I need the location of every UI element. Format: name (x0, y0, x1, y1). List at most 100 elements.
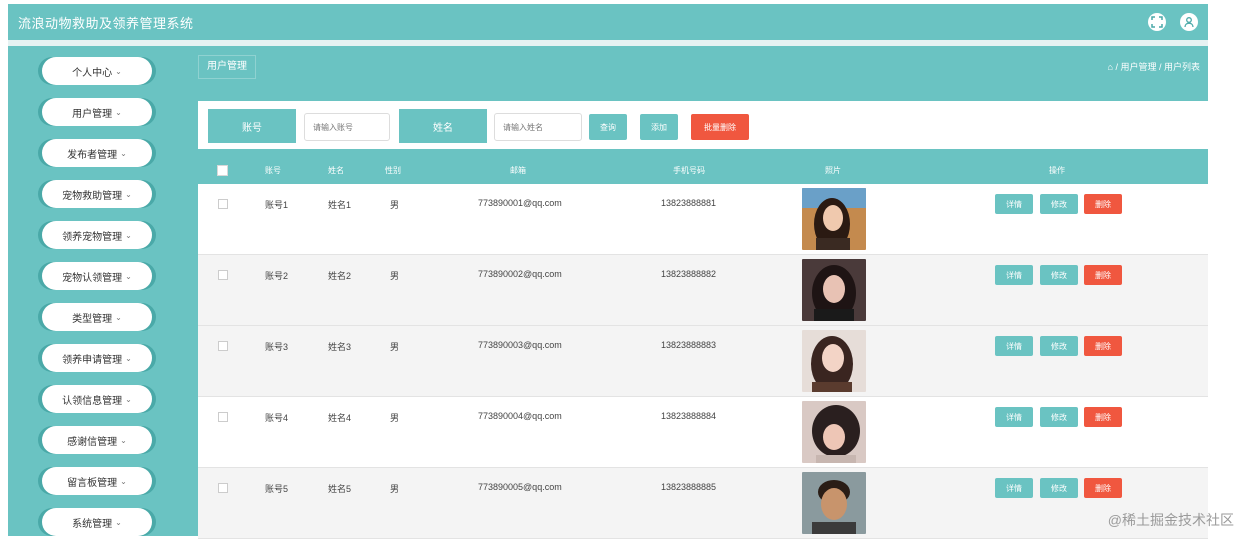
row-checkbox[interactable] (218, 483, 228, 493)
cell-phone: 13823888884 (661, 411, 717, 421)
cell-email: 773890003@qq.com (478, 340, 562, 350)
chevron-down-icon: ⌄ (125, 353, 132, 363)
user-photo (802, 259, 866, 321)
delete-button[interactable]: 删除 (1084, 407, 1122, 427)
cell-account: 账号4 (265, 413, 289, 423)
add-button[interactable]: 添加 (640, 114, 678, 140)
chevron-down-icon: ⌄ (125, 189, 132, 199)
sidebar-item-adopt-pets[interactable]: 领养宠物管理 ⌄ (42, 221, 152, 249)
edit-button[interactable]: 修改 (1040, 336, 1078, 356)
sidebar-item-claim-info[interactable]: 认领信息管理 ⌄ (42, 385, 152, 413)
column-header-actions: 操作 (1049, 166, 1065, 175)
row-checkbox[interactable] (218, 341, 228, 351)
row-checkbox[interactable] (218, 199, 228, 209)
cell-email: 773890004@qq.com (478, 411, 562, 421)
cell-name: 姓名4 (328, 413, 352, 423)
view-button[interactable]: 详情 (995, 336, 1033, 356)
table-row: 账号5 姓名5 男 773890005@qq.com 13823888885 详… (198, 468, 1208, 539)
cell-name: 姓名2 (328, 271, 352, 281)
table-row: 账号3 姓名3 男 773890003@qq.com 13823888883 详… (198, 326, 1208, 397)
user-photo (802, 330, 866, 392)
column-header-gender[interactable]: 性别 (385, 165, 401, 176)
view-button[interactable]: 详情 (995, 478, 1033, 498)
select-all-checkbox[interactable] (217, 165, 228, 176)
search-panel: 账号 姓名 查询 添加 批量删除 (198, 101, 1208, 149)
top-bar: 流浪动物救助及领养管理系统 (8, 4, 1208, 40)
cell-phone: 13823888885 (661, 482, 717, 492)
query-button[interactable]: 查询 (589, 114, 627, 140)
cell-email: 773890005@qq.com (478, 482, 562, 492)
cell-account: 账号1 (265, 200, 289, 210)
user-photo (802, 472, 866, 534)
view-button[interactable]: 详情 (995, 265, 1033, 285)
chevron-down-icon: ⌄ (115, 107, 122, 117)
delete-button[interactable]: 删除 (1084, 336, 1122, 356)
user-table: 账号 姓名 性别 邮箱 手机号码 照片 操作 账号1 姓名1 男 7738900… (198, 156, 1208, 539)
breadcrumb: ⌂ / 用户管理 / 用户列表 (1107, 62, 1200, 72)
fullscreen-icon[interactable] (1148, 13, 1166, 31)
edit-button[interactable]: 修改 (1040, 265, 1078, 285)
watermark: @稀土掘金技术社区 (1107, 512, 1234, 528)
cell-phone: 13823888881 (661, 198, 717, 208)
content-header: 用户管理 ⌂ / 用户管理 / 用户列表 (188, 46, 1208, 88)
sidebar-item-message-board[interactable]: 留言板管理 ⌄ (42, 467, 152, 495)
cell-phone: 13823888883 (661, 340, 717, 350)
cell-name: 姓名3 (328, 342, 352, 352)
edit-button[interactable]: 修改 (1040, 478, 1078, 498)
edit-button[interactable]: 修改 (1040, 407, 1078, 427)
chevron-down-icon: ⌄ (120, 148, 127, 158)
cell-account: 账号5 (265, 484, 289, 494)
sidebar-item-personal-center[interactable]: 个人中心 ⌄ (42, 57, 152, 85)
table-header: 账号 姓名 性别 邮箱 手机号码 照片 操作 (198, 156, 1208, 184)
row-checkbox[interactable] (218, 270, 228, 280)
cell-name: 姓名5 (328, 484, 352, 494)
account-search-input[interactable] (304, 113, 390, 141)
chevron-down-icon: ⌄ (125, 271, 132, 281)
sidebar-item-thank-you-letters[interactable]: 感谢信管理 ⌄ (42, 426, 152, 454)
sidebar-item-types[interactable]: 类型管理 ⌄ (42, 303, 152, 331)
chevron-down-icon: ⌄ (125, 394, 132, 404)
sidebar-item-users[interactable]: 用户管理 ⌄ (42, 98, 152, 126)
row-checkbox[interactable] (218, 412, 228, 422)
delete-button[interactable]: 删除 (1084, 478, 1122, 498)
view-button[interactable]: 详情 (995, 194, 1033, 214)
delete-button[interactable]: 删除 (1084, 194, 1122, 214)
table-row: 账号1 姓名1 男 773890001@qq.com 13823888881 详… (198, 184, 1208, 255)
delete-button[interactable]: 删除 (1084, 265, 1122, 285)
column-header-photo: 照片 (825, 166, 841, 175)
user-photo (802, 188, 866, 250)
column-header-name[interactable]: 姓名 (328, 165, 344, 176)
cell-gender: 男 (390, 271, 400, 281)
chevron-down-icon: ⌄ (115, 517, 122, 527)
name-label: 姓名 (399, 109, 487, 143)
chevron-down-icon: ⌄ (120, 435, 127, 445)
sidebar: 个人中心 ⌄ 用户管理 ⌄ 发布者管理 ⌄ 宠物救助管理 ⌄ 领养宠物管理 ⌄ 宠物认领管… (8, 46, 188, 536)
name-search-input[interactable] (494, 113, 582, 141)
view-button[interactable]: 详情 (995, 407, 1033, 427)
sidebar-item-adoption-requests[interactable]: 领养申请管理 ⌄ (42, 344, 152, 372)
cell-email: 773890001@qq.com (478, 198, 562, 208)
tab-user-management[interactable]: 用户管理 (198, 55, 256, 79)
cell-gender: 男 (390, 342, 400, 352)
chevron-down-icon: ⌄ (115, 66, 122, 76)
table-row: 账号4 姓名4 男 773890004@qq.com 13823888884 详… (198, 397, 1208, 468)
cell-account: 账号2 (265, 271, 289, 281)
column-header-account[interactable]: 账号 (265, 165, 281, 176)
user-photo (802, 401, 866, 463)
cell-gender: 男 (390, 484, 400, 494)
sidebar-item-pet-rescue[interactable]: 宠物救助管理 ⌄ (42, 180, 152, 208)
batch-delete-button[interactable]: 批量删除 (691, 114, 749, 140)
user-icon[interactable] (1180, 13, 1198, 31)
cell-phone: 13823888882 (661, 269, 717, 279)
column-header-phone: 手机号码 (673, 166, 705, 175)
table-row: 账号2 姓名2 男 773890002@qq.com 13823888882 详… (198, 255, 1208, 326)
chevron-down-icon: ⌄ (115, 312, 122, 322)
sidebar-item-system[interactable]: 系统管理 ⌄ (42, 508, 152, 536)
account-label: 账号 (208, 109, 296, 143)
cell-email: 773890002@qq.com (478, 269, 562, 279)
column-header-email[interactable]: 邮箱 (510, 165, 526, 176)
edit-button[interactable]: 修改 (1040, 194, 1078, 214)
sidebar-item-publishers[interactable]: 发布者管理 ⌄ (42, 139, 152, 167)
sidebar-item-pet-claim[interactable]: 宠物认领管理 ⌄ (42, 262, 152, 290)
cell-name: 姓名1 (328, 200, 352, 210)
